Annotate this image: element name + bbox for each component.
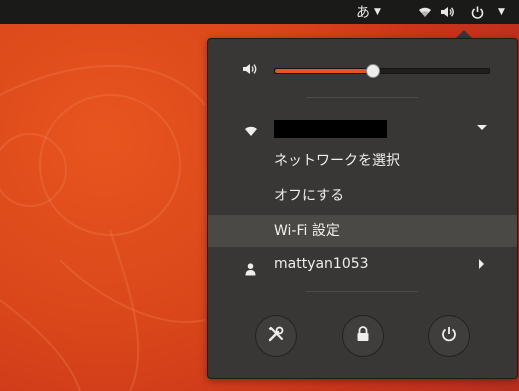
top-bar: あ ▼ ▼ — [0, 0, 519, 24]
divider — [306, 291, 418, 292]
wifi-settings-item[interactable]: Wi-Fi 設定 — [208, 215, 517, 247]
user-name: mattyan1053 — [274, 256, 369, 272]
power-icon — [441, 326, 457, 346]
wifi-settings-label: Wi-Fi 設定 — [274, 223, 340, 239]
chevron-down-icon: ▼ — [498, 7, 505, 17]
input-method-label: あ — [356, 5, 370, 21]
power-off-button[interactable] — [428, 315, 470, 357]
user-icon — [245, 257, 256, 287]
system-menu: ネットワークを選択 オフにする Wi-Fi 設定 mattyan1053 — [207, 38, 518, 379]
chevron-down-icon[interactable] — [477, 125, 487, 130]
volume-row — [208, 53, 517, 83]
turn-off-wifi-item[interactable]: オフにする — [208, 181, 517, 211]
volume-slider-handle[interactable] — [366, 64, 381, 78]
select-network-label: ネットワークを選択 — [274, 153, 400, 169]
power-icon — [471, 6, 484, 19]
input-method-indicator[interactable]: あ ▼ — [356, 0, 381, 24]
volume-slider[interactable] — [274, 64, 490, 78]
wifi-icon — [244, 122, 258, 141]
settings-icon — [267, 325, 285, 347]
lock-icon — [356, 326, 370, 346]
settings-button[interactable] — [255, 315, 297, 357]
lock-button[interactable] — [342, 315, 384, 357]
divider — [306, 97, 418, 98]
turn-off-label: オフにする — [274, 188, 345, 204]
system-tray[interactable]: ▼ — [418, 0, 505, 24]
network-name-redacted — [274, 120, 387, 138]
chevron-right-icon — [479, 259, 484, 269]
speaker-icon — [440, 6, 455, 18]
volume-slider-fill — [275, 69, 374, 73]
wifi-icon — [418, 6, 432, 18]
speaker-icon — [242, 61, 258, 80]
select-network-item[interactable]: ネットワークを選択 — [208, 146, 517, 176]
chevron-down-icon: ▼ — [374, 7, 381, 17]
wifi-network-row[interactable] — [208, 117, 517, 141]
user-account-row[interactable]: mattyan1053 — [208, 249, 517, 279]
